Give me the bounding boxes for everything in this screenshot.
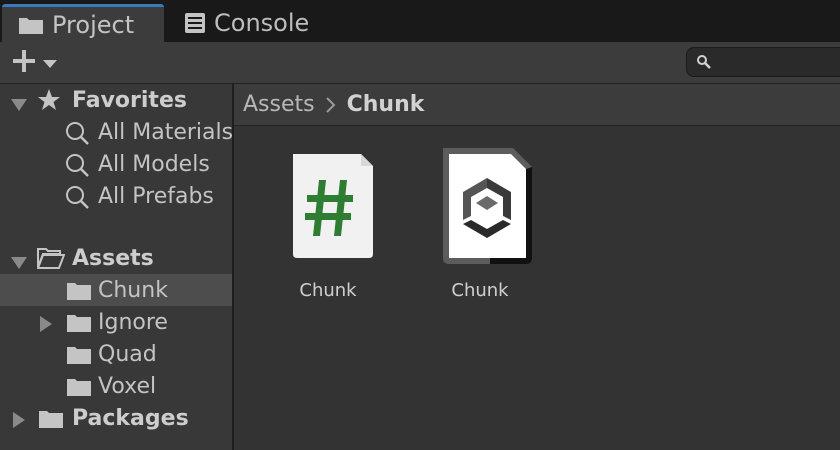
tab-console[interactable]: Console: [170, 4, 320, 42]
tree-item-label: All Prefabs: [98, 183, 214, 209]
asset-browser: Assets Chunk Chunk Chunk: [234, 84, 840, 450]
tab-project[interactable]: Project: [2, 4, 164, 42]
tree-packages[interactable]: Packages: [0, 402, 232, 434]
search-icon: [65, 153, 91, 180]
asset-item-csharp-script[interactable]: Chunk: [263, 146, 393, 306]
folder-icon: [66, 281, 92, 306]
folder-open-icon: [36, 247, 66, 274]
plus-icon: [10, 47, 38, 79]
csharp-script-icon: [276, 146, 380, 266]
tree-item-label: Ignore: [98, 309, 168, 335]
breadcrumb-chunk[interactable]: Chunk: [347, 92, 425, 117]
tree-item-label: Voxel: [98, 373, 157, 399]
folder-icon: [38, 409, 64, 434]
expand-right-triangle-icon[interactable]: [12, 410, 26, 434]
tree-item-ignore[interactable]: Ignore: [0, 306, 232, 338]
expand-down-triangle-icon[interactable]: [10, 93, 28, 116]
tree-item-all-prefabs[interactable]: All Prefabs: [0, 180, 232, 212]
tree-item-label: All Materials: [98, 119, 232, 145]
window-tab-bar: Project Console: [0, 0, 840, 42]
tree-item-all-materials[interactable]: All Materials: [0, 116, 232, 148]
tree-assets[interactable]: Assets: [0, 242, 232, 274]
create-button[interactable]: [10, 48, 68, 78]
unity-prefab-icon: [428, 146, 532, 266]
tree-favorites-label: Favorites: [72, 87, 187, 113]
folder-icon: [66, 345, 92, 370]
tree-packages-label: Packages: [72, 405, 189, 431]
chevron-right-icon: [325, 96, 337, 114]
folder-tree-sidebar: Favorites All Materials All Models All P…: [0, 84, 232, 450]
caret-down-icon: [42, 54, 58, 73]
breadcrumb: Assets Chunk: [234, 84, 840, 126]
asset-item-label: Chunk: [451, 280, 509, 301]
expand-down-triangle-icon[interactable]: [10, 251, 28, 274]
tree-favorites[interactable]: Favorites: [0, 84, 232, 116]
tab-console-label: Console: [214, 9, 310, 37]
tab-project-label: Project: [52, 10, 135, 39]
search-icon: [65, 121, 91, 148]
asset-item-label: Chunk: [299, 280, 357, 301]
star-icon: [37, 88, 61, 116]
asset-item-prefab[interactable]: Chunk: [415, 146, 545, 306]
tree-item-voxel[interactable]: Voxel: [0, 370, 232, 402]
search-icon: [65, 185, 91, 212]
expand-right-triangle-icon[interactable]: [39, 314, 53, 338]
tree-item-all-models[interactable]: All Models: [0, 148, 232, 180]
folder-icon: [66, 313, 92, 338]
search-icon: [696, 54, 712, 74]
console-icon: [184, 12, 206, 34]
search-field[interactable]: [686, 47, 840, 77]
search-input[interactable]: [715, 51, 840, 75]
tree-item-label: All Models: [98, 151, 210, 177]
tree-item-label: Chunk: [98, 277, 168, 303]
tree-item-label: Quad: [98, 341, 157, 367]
tree-assets-label: Assets: [72, 245, 154, 271]
breadcrumb-assets[interactable]: Assets: [243, 92, 315, 117]
tree-item-quad[interactable]: Quad: [0, 338, 232, 370]
folder-icon: [18, 15, 44, 35]
project-toolbar: [0, 42, 840, 84]
tree-item-chunk[interactable]: Chunk: [0, 274, 232, 306]
folder-icon: [66, 377, 92, 402]
